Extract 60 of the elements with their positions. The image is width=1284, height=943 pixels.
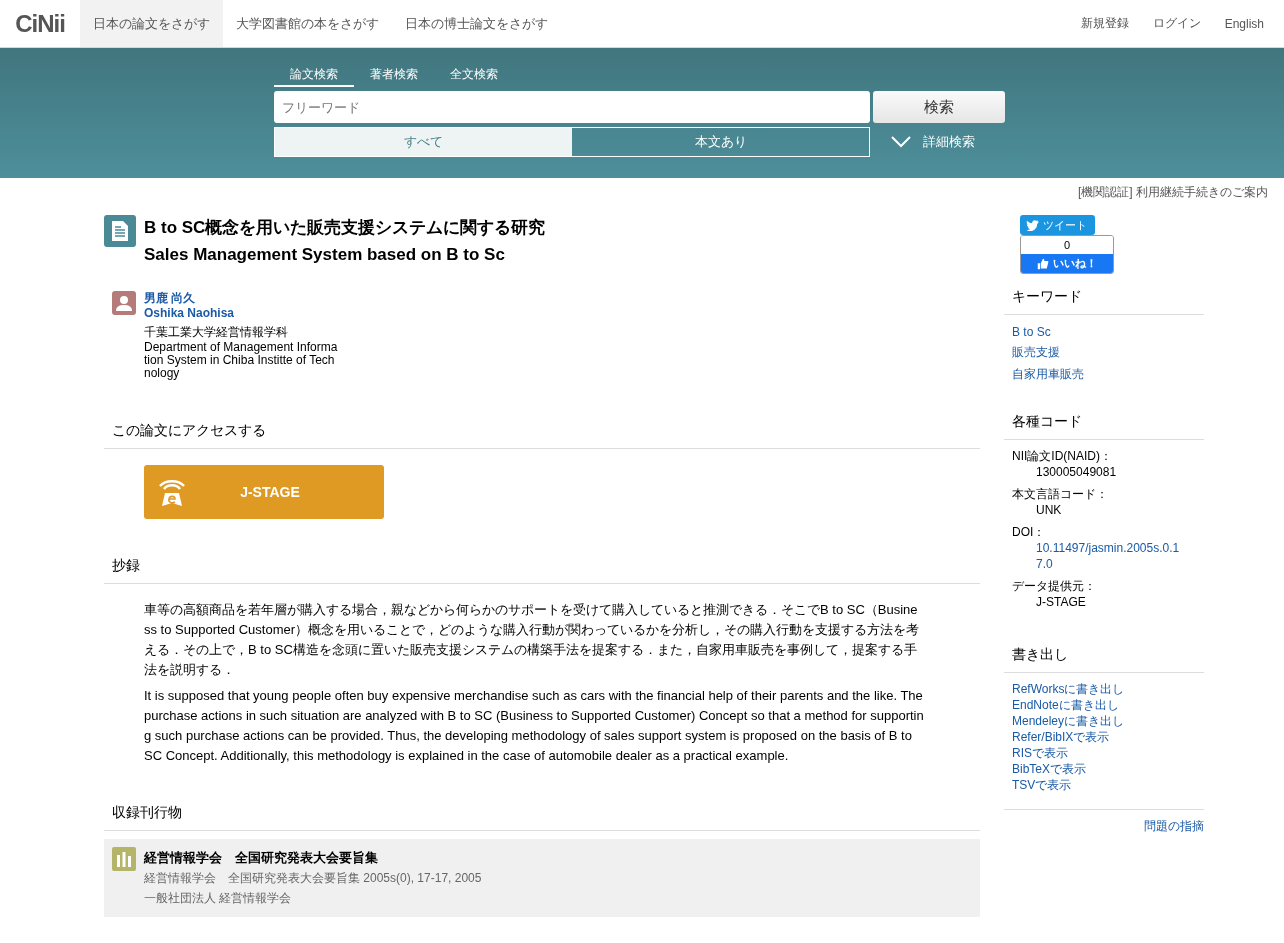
author-name-link[interactable]: 男鹿 尚久 (144, 291, 340, 306)
thumbs-up-icon (1037, 257, 1049, 270)
export-link[interactable]: EndNoteに書き出し (1012, 697, 1196, 713)
abstract-paragraph: 車等の高額商品を若年層が購入する場合，親などから何らかのサポートを受けて購入していると推測できる．そこでB to SC（Business to Supported Customer）概念を用いることで，どのような購入行動が関わっているかを分析し，その購入行動を支援する方法を考える．その上で，B to SC構造を念頭に置いた販売支援システムの構築手法を提案する．また，自家用車販売を事例して，提案する手法を説明する． (144, 601, 921, 679)
header-link[interactable]: English (1210, 0, 1284, 47)
code-value: UNK (1035, 502, 1063, 518)
nav-tab[interactable]: 大学図書館の本をさがす (223, 0, 392, 47)
export-link[interactable]: BibTeXで表示 (1012, 761, 1196, 777)
nav-tab[interactable]: 日本の論文をさがす (80, 0, 223, 47)
section-heading: この論文にアクセスする (104, 422, 980, 449)
document-icon (104, 215, 136, 247)
like-widget[interactable]: 0 いいね！ (1020, 235, 1114, 274)
notice-link[interactable]: [機関認証] 利用継続手続きのご案内 (1078, 185, 1268, 199)
search-button[interactable]: 検索 (873, 91, 1005, 123)
journal-citation: 経営情報学会 全国研究発表大会要旨集 2005s(0), 17-17, 2005 (144, 870, 482, 887)
sidebar-heading: 書き出し (1004, 646, 1204, 673)
search-field[interactable]: フリーワード (274, 91, 870, 123)
article-title: B to SC概念を用いた販売支援システムに関する研究 (144, 217, 546, 239)
avatar-icon (112, 291, 136, 315)
keyword-link[interactable]: 販売支援 (1012, 344, 1196, 361)
export-link[interactable]: RISで表示 (1012, 745, 1196, 761)
keyword-link[interactable]: B to Sc (1012, 325, 1196, 339)
affiliation-text: 千葉工業大学経営情報学科 (144, 325, 289, 339)
keyword-link[interactable]: 自家用車販売 (1012, 366, 1196, 383)
search-tab[interactable]: 論文検索 (274, 64, 354, 87)
export-link[interactable]: TSVで表示 (1012, 777, 1196, 793)
filter-toggle[interactable]: すべて (275, 128, 572, 156)
author-name-link[interactable]: Oshika Naohisa (144, 306, 340, 321)
doi-link[interactable]: 10.11497/jasmin.2005s.0.17.0 (1012, 540, 1186, 572)
export-link[interactable]: RefWorksに書き出し (1012, 681, 1196, 697)
journal-publisher: 一般社団法人 経営情報学会 (144, 890, 293, 907)
section-heading: 収録刊行物 (104, 804, 980, 831)
sidebar-heading: 各種コード (1004, 413, 1204, 440)
chevron-down-icon[interactable] (891, 136, 911, 148)
site-logo[interactable]: CiNii (0, 0, 80, 47)
article-subtitle: Sales Management System based on B to Sc (144, 245, 506, 265)
code-label: データ提供元： (1012, 578, 1097, 594)
section-heading: 抄録 (104, 557, 980, 584)
header-link[interactable]: ログイン (1138, 0, 1211, 47)
search-tab[interactable]: 著者検索 (354, 64, 434, 87)
like-label: いいね！ (1053, 256, 1097, 271)
sidebar-heading: キーワード (1004, 288, 1204, 315)
report-link[interactable]: 問題の指摘 (1144, 819, 1204, 833)
code-value: 130005049081 (1035, 464, 1118, 480)
advanced-search-link[interactable]: 詳細検索 (923, 133, 975, 151)
code-label: DOI： (1012, 524, 1047, 540)
abstract-paragraph: It is supposed that young people often buy expensive merchandise such as cars with the financial help of their parents and the like. The purchase actions in such situation are analyzed with B to SC (Business to Supported Customer) Concept so that a method for supporting such purchase actions can be provided. Thus, the developing methodology of sales support system is proposed on the basis of B to SC Concept. Additionally, this methodology is explained in the case of automobile dealer as a practical example. (144, 687, 924, 765)
export-link[interactable]: Mendeleyに書き出し (1012, 713, 1196, 729)
code-label: NII論文ID(NAID)： (1012, 448, 1113, 464)
affiliation-text: Department of Management Information System in Chiba Institte of Technology (144, 341, 339, 380)
filter-toggle[interactable]: 本文あり (572, 128, 869, 156)
code-label: 本文言語コード： (1012, 486, 1109, 502)
code-value: J-STAGE (1035, 594, 1087, 610)
journal-title-link[interactable]: 経営情報学会 全国研究発表大会要旨集 (144, 849, 482, 867)
nav-tab[interactable]: 日本の博士論文をさがす (392, 0, 561, 47)
search-tab[interactable]: 全文検索 (434, 64, 514, 87)
export-link[interactable]: Refer/BibIXで表示 (1012, 729, 1196, 745)
header-link[interactable]: 新規登録 (1066, 0, 1139, 47)
bird-icon (1026, 219, 1039, 231)
bar-chart-icon (112, 847, 136, 871)
